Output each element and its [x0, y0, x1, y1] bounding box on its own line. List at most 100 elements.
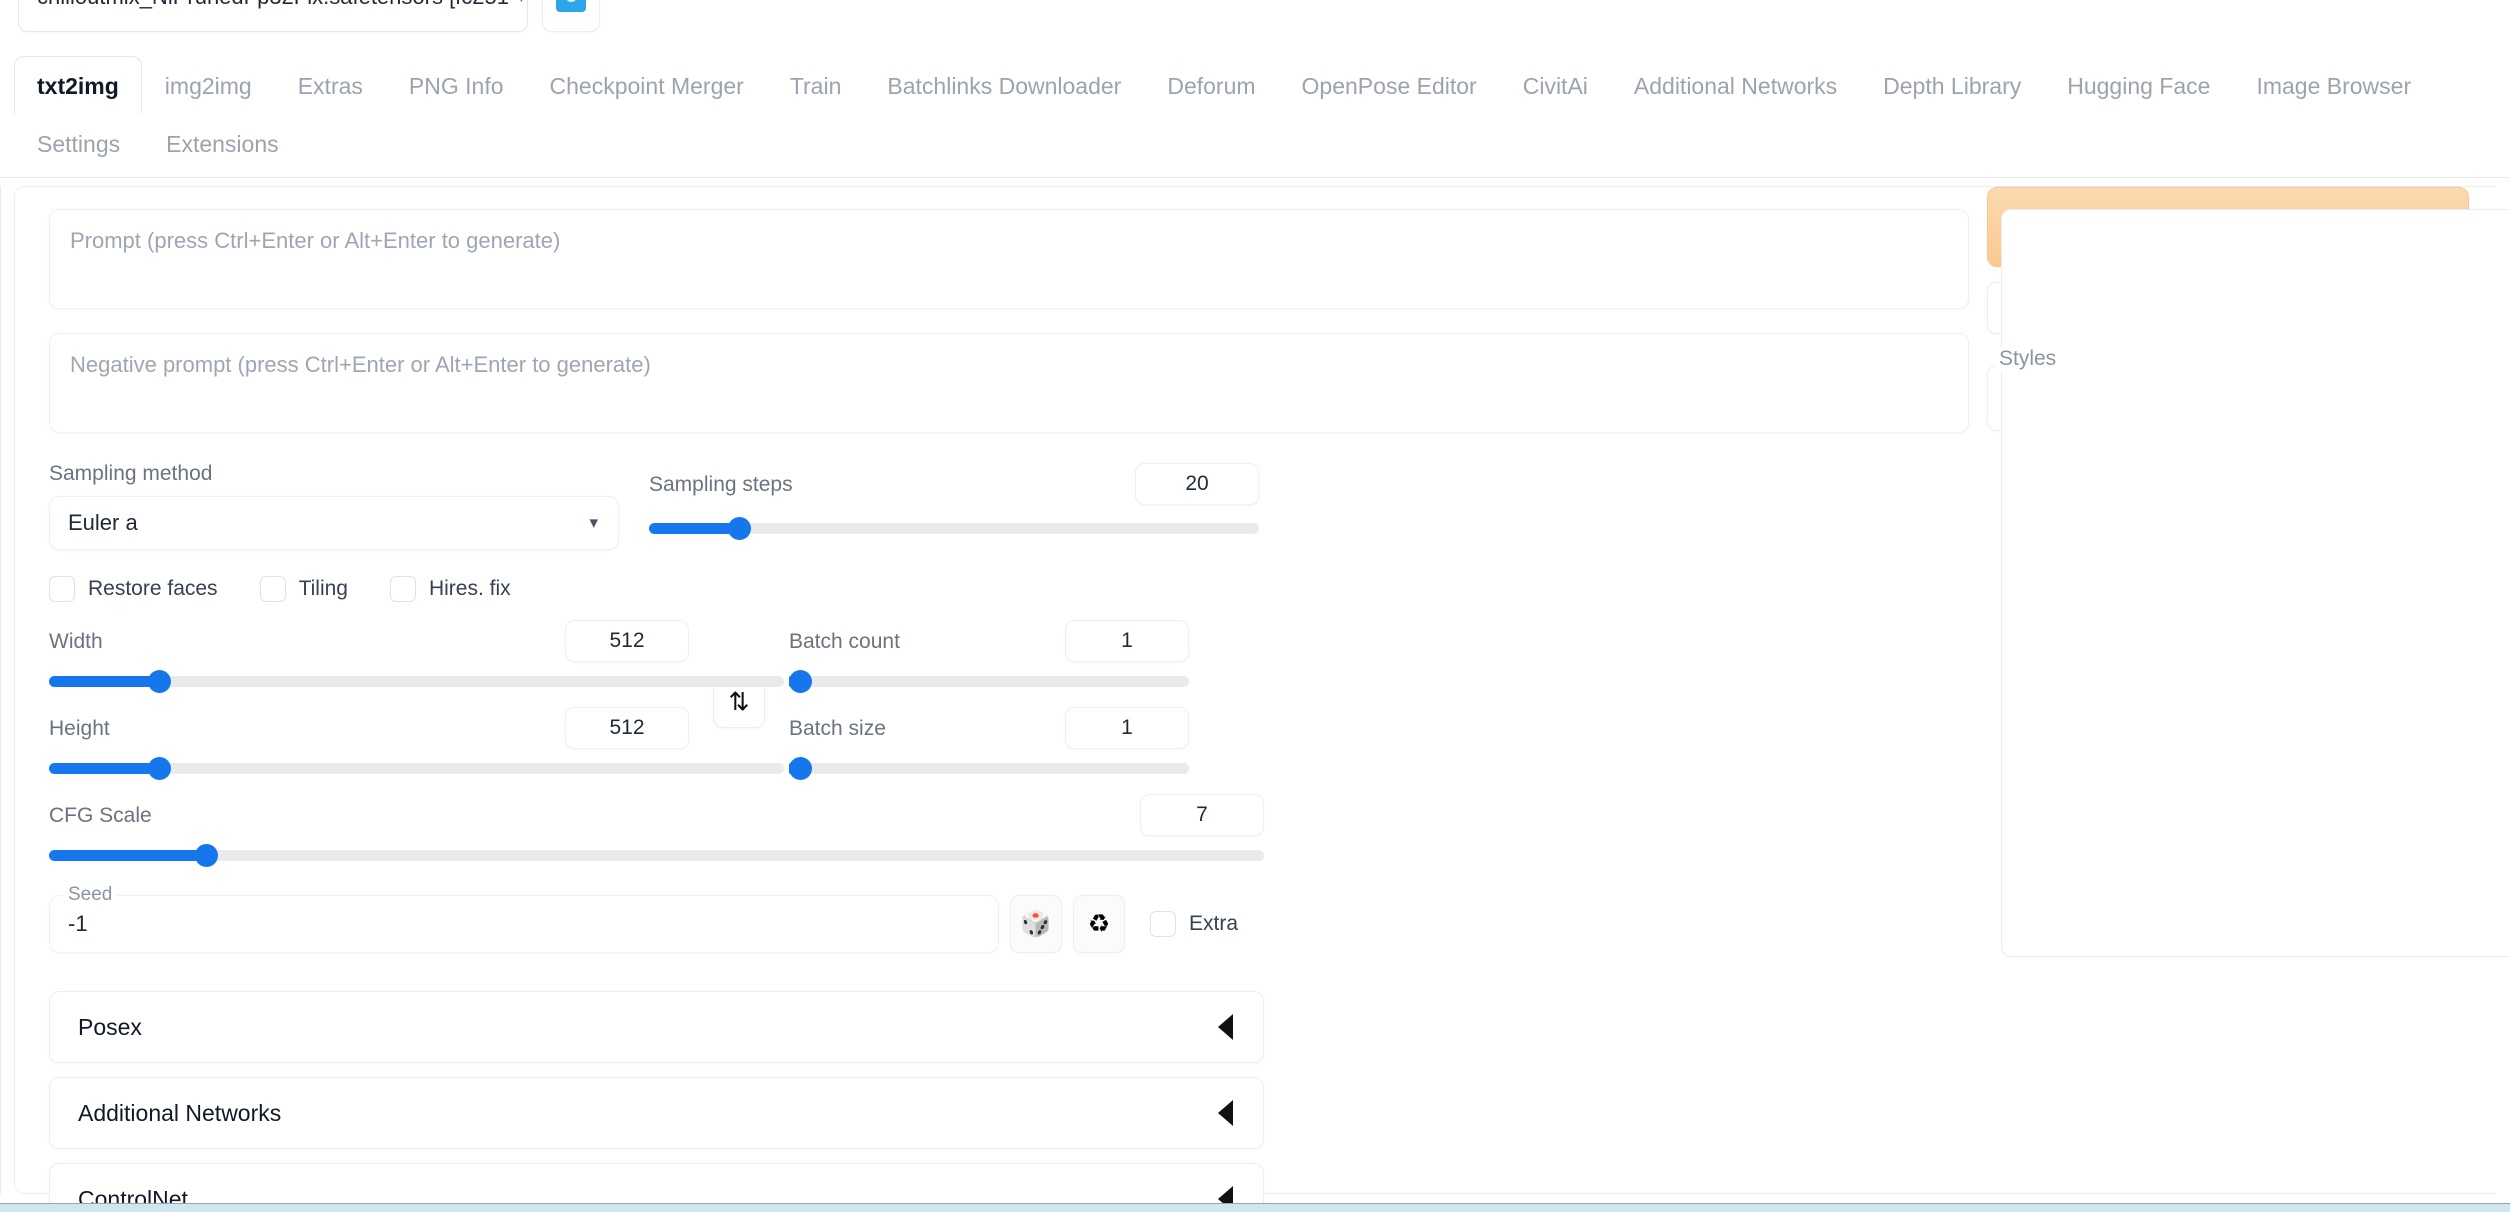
width-slider[interactable]	[49, 676, 784, 687]
tab-label: OpenPose Editor	[1302, 73, 1477, 99]
checkbox-label: Tiling	[299, 577, 348, 601]
tab-row-secondary: Settings Extensions	[0, 114, 2510, 172]
tab-row-primary: txt2img img2img Extras PNG Info Checkpoint M…	[0, 56, 2510, 114]
height-value[interactable]: 512	[565, 707, 689, 749]
extension-accordions: PosexAdditional NetworksControlNet	[49, 991, 1264, 1212]
chevron-down-icon: ▾	[589, 513, 598, 533]
refresh-icon: ↻	[556, 0, 586, 12]
tab-label: Train	[790, 73, 842, 99]
seed-input[interactable]: -1	[49, 895, 999, 953]
seed-extra-checkbox[interactable]	[1150, 911, 1176, 937]
slider-knob[interactable]	[789, 670, 812, 693]
accordion-title: Additional Networks	[78, 1100, 281, 1127]
checkpoint-select-value: chilloutmix_NiPrunedFp32Fix.safetensors …	[37, 0, 509, 10]
output-gallery[interactable]	[2001, 209, 2510, 957]
slider-fill	[49, 763, 159, 774]
tab-batchlinks-downloader[interactable]: Batchlinks Downloader	[864, 56, 1144, 114]
slider-fill	[49, 850, 207, 861]
tab-txt2img[interactable]: txt2img	[14, 56, 142, 114]
batch-size-label: Batch size	[789, 718, 886, 739]
height-slider[interactable]	[49, 763, 784, 774]
styles-label: Styles	[1995, 347, 2060, 371]
tab-train[interactable]: Train	[767, 56, 865, 114]
accordion-posex[interactable]: Posex	[49, 991, 1264, 1063]
slider-fill	[649, 523, 741, 534]
tab-label: Depth Library	[1883, 73, 2021, 99]
checkbox-box[interactable]	[49, 576, 75, 602]
seed-extra-label: Extra	[1189, 912, 1238, 936]
sampling-steps-value[interactable]: 20	[1135, 463, 1259, 505]
toggle-options: Restore faces Tiling Hires. fix	[49, 576, 1264, 602]
seed-label: Seed	[63, 884, 117, 906]
status-bar	[0, 1203, 2510, 1212]
tab-png-info[interactable]: PNG Info	[386, 56, 527, 114]
checkbox-hires-fix[interactable]: Hires. fix	[390, 576, 511, 602]
swap-arrows-icon: ⇅	[729, 687, 750, 717]
cfg-scale-value[interactable]: 7	[1140, 794, 1264, 836]
tab-civitai[interactable]: CivitAi	[1500, 56, 1611, 114]
slider-knob[interactable]	[148, 757, 171, 780]
chevron-left-icon	[1218, 1100, 1233, 1126]
tab-label: Additional Networks	[1634, 73, 1837, 99]
tab-extras[interactable]: Extras	[275, 56, 386, 114]
checkbox-box[interactable]	[260, 576, 286, 602]
tab-depth-library[interactable]: Depth Library	[1860, 56, 2044, 114]
sampling-steps-slider[interactable]	[649, 523, 1259, 534]
checkpoint-toolbar: chilloutmix_NiPrunedFp32Fix.safetensors …	[0, 0, 2510, 36]
tab-label: Batchlinks Downloader	[887, 73, 1121, 99]
tab-label: Extensions	[166, 131, 279, 157]
tab-additional-networks[interactable]: Additional Networks	[1611, 56, 1860, 114]
accordion-additional-networks[interactable]: Additional Networks	[49, 1077, 1264, 1149]
sampling-method-label: Sampling method	[49, 463, 649, 484]
tab-label: Settings	[37, 131, 120, 157]
sampling-method-select[interactable]: Euler a ▾	[49, 496, 619, 550]
checkbox-tiling[interactable]: Tiling	[260, 576, 348, 602]
random-seed-button[interactable]: 🎲	[1010, 895, 1062, 953]
batch-count-value[interactable]: 1	[1065, 620, 1189, 662]
cfg-scale-slider[interactable]	[49, 850, 1264, 861]
prompt-input[interactable]: Prompt (press Ctrl+Enter or Alt+Enter to…	[49, 209, 1969, 309]
tab-label: Image Browser	[2256, 73, 2411, 99]
tab-hugging-face[interactable]: Hugging Face	[2044, 56, 2233, 114]
checkpoint-select[interactable]: chilloutmix_NiPrunedFp32Fix.safetensors …	[18, 0, 528, 32]
reuse-seed-button[interactable]: ♻	[1073, 895, 1125, 953]
tab-deforum[interactable]: Deforum	[1144, 56, 1278, 114]
slider-fill	[49, 676, 159, 687]
tab-img2img[interactable]: img2img	[142, 56, 275, 114]
refresh-checkpoints-button[interactable]: ↻	[542, 0, 600, 32]
slider-knob[interactable]	[195, 844, 218, 867]
checkbox-restore-faces[interactable]: Restore faces	[49, 576, 218, 602]
txt2img-panel: Prompt (press Ctrl+Enter or Alt+Enter to…	[14, 186, 2496, 1194]
width-value[interactable]: 512	[565, 620, 689, 662]
tab-label: txt2img	[37, 73, 119, 99]
sampling-method-value: Euler a	[68, 510, 138, 536]
tab-checkpoint-merger[interactable]: Checkpoint Merger	[527, 56, 767, 114]
tab-image-browser[interactable]: Image Browser	[2233, 56, 2434, 114]
batch-size-slider[interactable]	[789, 763, 1189, 774]
chevron-down-icon: ▾	[517, 0, 526, 7]
checkbox-box[interactable]	[390, 576, 416, 602]
tab-extensions[interactable]: Extensions	[143, 114, 302, 172]
slider-knob[interactable]	[728, 517, 751, 540]
txt2img-right-column: Generate ↙🗑🎴📋💾 Styles ↻	[1983, 187, 2496, 1193]
tab-label: Deforum	[1167, 73, 1255, 99]
tab-settings[interactable]: Settings	[14, 114, 143, 172]
tab-label: Extras	[298, 73, 363, 99]
negative-prompt-input[interactable]: Negative prompt (press Ctrl+Enter or Alt…	[49, 333, 1969, 433]
tab-bar: txt2img img2img Extras PNG Info Checkpoint M…	[0, 56, 2510, 173]
slider-knob[interactable]	[789, 757, 812, 780]
height-label: Height	[49, 718, 110, 739]
sampling-steps-label: Sampling steps	[649, 474, 793, 495]
tab-openpose-editor[interactable]: OpenPose Editor	[1279, 56, 1500, 114]
tab-label: Checkpoint Merger	[550, 73, 744, 99]
recycle-icon: ♻	[1088, 909, 1110, 939]
txt2img-left-column: Prompt (press Ctrl+Enter or Alt+Enter to…	[15, 187, 1983, 1193]
slider-knob[interactable]	[148, 670, 171, 693]
generation-settings: Sampling method Euler a ▾ Sampling steps…	[49, 463, 1264, 1212]
tab-label: img2img	[165, 73, 252, 99]
batch-size-value[interactable]: 1	[1065, 707, 1189, 749]
checkbox-label: Restore faces	[88, 577, 218, 601]
width-label: Width	[49, 631, 103, 652]
cfg-scale-label: CFG Scale	[49, 805, 152, 826]
batch-count-slider[interactable]	[789, 676, 1189, 687]
